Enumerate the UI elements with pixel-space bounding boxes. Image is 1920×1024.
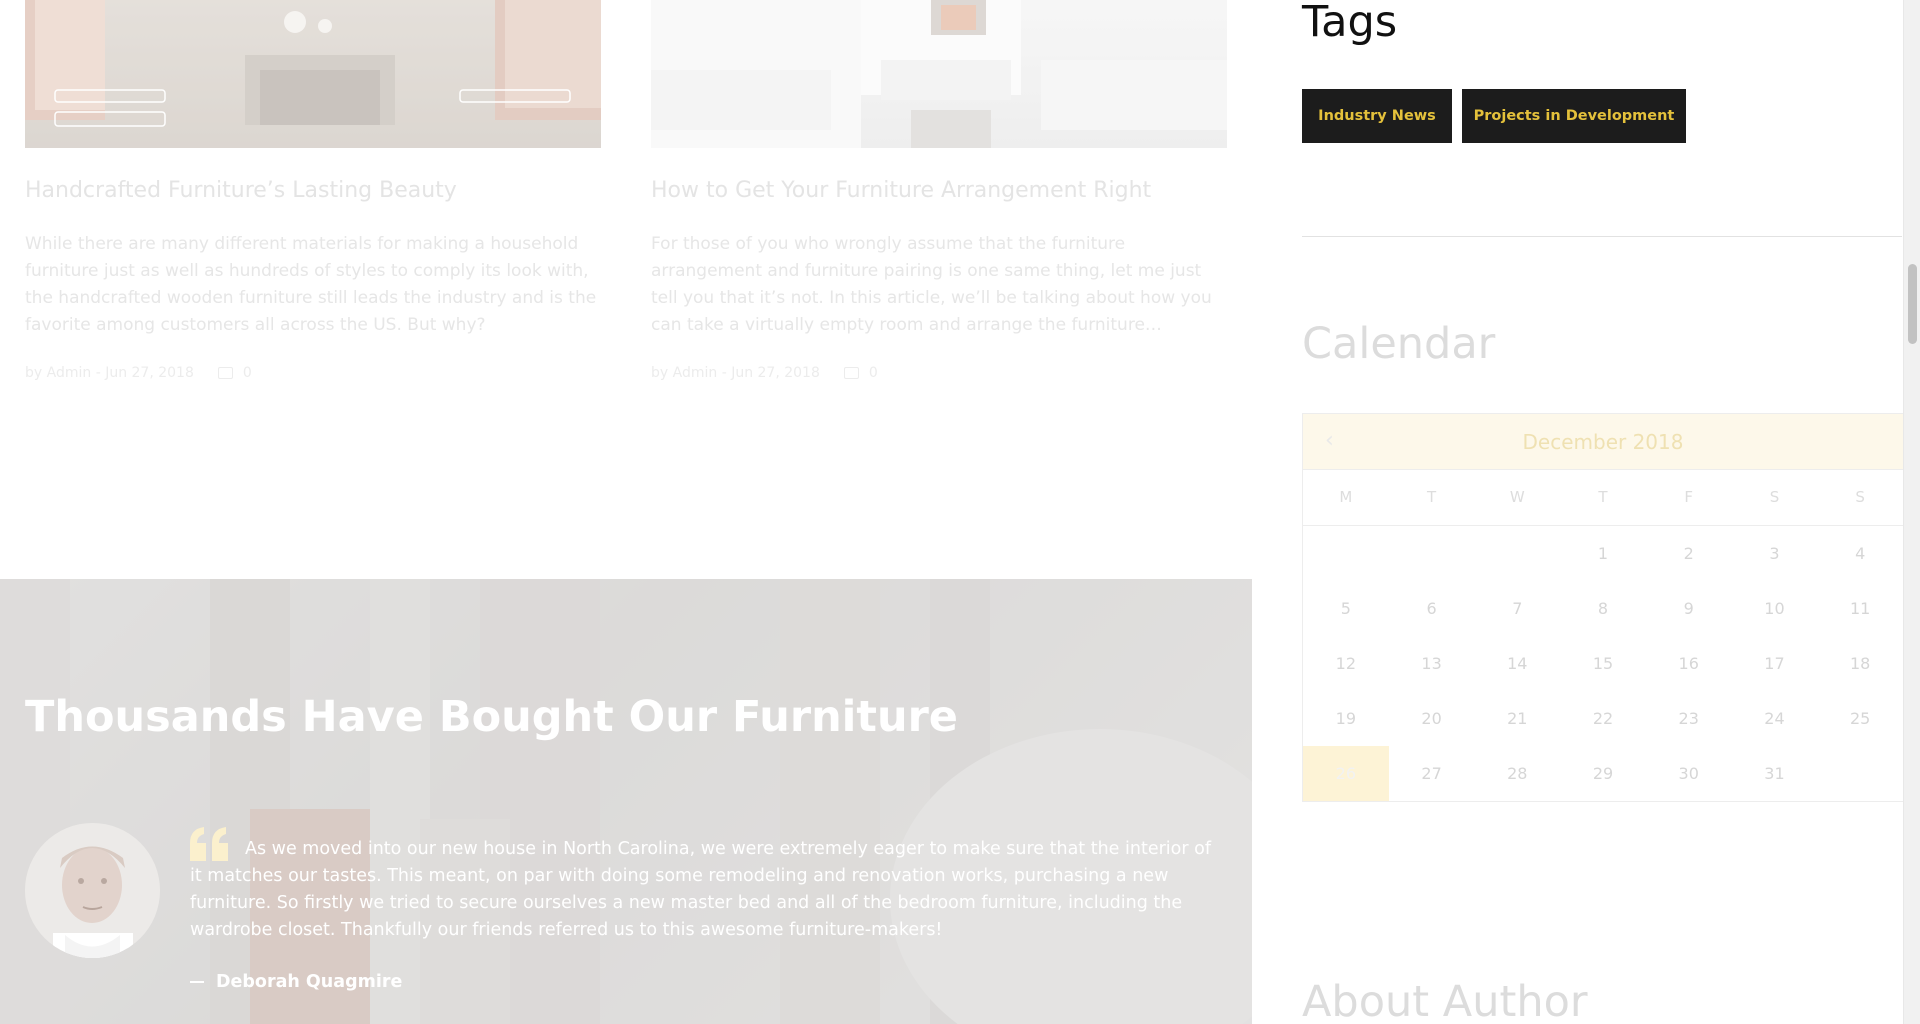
post-title[interactable]: How to Get Your Furniture Arrangement Ri… — [651, 177, 1151, 205]
calendar-day[interactable]: 8 — [1560, 581, 1646, 636]
calendar-day[interactable]: 23 — [1646, 691, 1732, 746]
page-scrollbar[interactable] — [1903, 0, 1920, 1024]
testimonial-quote: As we moved into our new house in North … — [190, 839, 1211, 940]
calendar-day — [1474, 526, 1560, 581]
calendar-day[interactable]: 11 — [1817, 581, 1903, 636]
testimonial-author: Deborah Quagmire — [190, 972, 402, 992]
dash-icon — [190, 981, 204, 983]
calendar-title: Calendar — [1302, 319, 1496, 369]
calendar-day[interactable]: 29 — [1560, 746, 1646, 801]
calendar-widget: ‹ December 2018 MTWTFSS 1 2 3 4 5 6 7 8 9 10 11 12 1… — [1302, 413, 1903, 802]
calendar-day[interactable]: 9 — [1646, 581, 1732, 636]
post-title[interactable]: Handcrafted Furniture’s Lasting Beauty — [25, 177, 457, 205]
calendar-day[interactable]: 10 — [1732, 581, 1818, 636]
calendar-day[interactable]: 6 — [1389, 581, 1475, 636]
blog-post-card: How to Get Your Furniture Arrangement Ri… — [651, 0, 1227, 381]
calendar-day[interactable]: 26 — [1303, 746, 1389, 801]
weekday-label: W — [1509, 488, 1525, 506]
calendar-day[interactable]: 19 — [1303, 691, 1389, 746]
calendar-day[interactable]: 22 — [1560, 691, 1646, 746]
comment-count[interactable]: 0 — [869, 365, 878, 381]
calendar-day[interactable]: 28 — [1474, 746, 1560, 801]
calendar-day[interactable]: 5 — [1303, 581, 1389, 636]
calendar-header: ‹ December 2018 — [1303, 414, 1903, 469]
weekday-label: T — [1598, 488, 1608, 506]
calendar-week-row: 19 20 21 22 23 24 25 — [1303, 691, 1903, 746]
post-image-white-room[interactable] — [651, 0, 1227, 148]
scrollbar-thumb[interactable] — [1908, 264, 1917, 344]
testimonial-overlay — [0, 579, 1252, 1024]
post-author-date[interactable]: by Admin - Jun 27, 2018 — [651, 365, 820, 381]
calendar-day[interactable]: 31 — [1732, 746, 1818, 801]
calendar-day[interactable]: 3 — [1732, 526, 1818, 581]
weekday-label: M — [1339, 488, 1353, 506]
comment-icon — [843, 367, 859, 379]
calendar-day[interactable]: 17 — [1732, 636, 1818, 691]
weekday-label: S — [1769, 488, 1780, 506]
calendar-day[interactable]: 12 — [1303, 636, 1389, 691]
calendar-day — [1389, 526, 1475, 581]
calendar-body: 1 2 3 4 5 6 7 8 9 10 11 12 13 14 15 16 17 18 19 20 21 22 23 24 2… — [1303, 526, 1903, 801]
calendar-day[interactable]: 20 — [1389, 691, 1475, 746]
calendar-week-row: 1234 — [1303, 526, 1903, 581]
calendar-week-row: 26 27 28 29 30 31 — [1303, 746, 1903, 801]
comment-icon — [217, 367, 233, 379]
calendar-weekdays: MTWTFSS — [1303, 469, 1903, 526]
calendar-day[interactable]: 30 — [1646, 746, 1732, 801]
calendar-day[interactable]: 2 — [1646, 526, 1732, 581]
tag-projects-in-development[interactable]: Projects in Development — [1462, 89, 1686, 143]
calendar-week-row: 5 6 7 8 9 10 11 — [1303, 581, 1903, 636]
tag-industry-news[interactable]: Industry News — [1302, 89, 1452, 143]
calendar-day[interactable]: 24 — [1732, 691, 1818, 746]
post-author-date[interactable]: by Admin - Jun 27, 2018 — [25, 365, 194, 381]
calendar-day[interactable]: 1 — [1560, 526, 1646, 581]
calendar-day[interactable]: 18 — [1817, 636, 1903, 691]
post-image-living-room[interactable] — [25, 0, 601, 148]
customer-avatar — [25, 823, 160, 958]
calendar-month: December 2018 — [1522, 430, 1684, 454]
weekday-label: T — [1426, 488, 1437, 506]
tags-title: Tags — [1302, 0, 1398, 47]
calendar-day[interactable]: 13 — [1389, 636, 1475, 691]
comment-count[interactable]: 0 — [243, 365, 252, 381]
post-excerpt: For those of you who wrongly assume that… — [651, 234, 1212, 335]
page: Handcrafted Furniture’s Lasting Beauty W… — [0, 0, 1903, 1024]
about-author-title: About Author — [1302, 977, 1588, 1024]
post-meta: by Admin - Jun 27, 2018 0 — [25, 364, 252, 382]
divider — [1302, 236, 1902, 237]
calendar-day[interactable]: 7 — [1474, 581, 1560, 636]
calendar-day[interactable]: 16 — [1646, 636, 1732, 691]
calendar-day — [1303, 526, 1389, 581]
post-meta: by Admin - Jun 27, 2018 0 — [651, 364, 878, 382]
post-excerpt: While there are many different materials… — [25, 234, 597, 335]
calendar-day[interactable]: 14 — [1474, 636, 1560, 691]
calendar-day[interactable]: 27 — [1389, 746, 1475, 801]
weekday-label: F — [1684, 488, 1694, 506]
testimonial-heading: Thousands Have Bought Our Furniture — [25, 692, 958, 742]
calendar-week-row: 12 13 14 15 16 17 18 — [1303, 636, 1903, 691]
calendar-day[interactable]: 25 — [1817, 691, 1903, 746]
author-name: Deborah Quagmire — [216, 972, 403, 992]
calendar-day[interactable]: 4 — [1817, 526, 1903, 581]
calendar-day[interactable]: 21 — [1474, 691, 1560, 746]
blog-post-card: Handcrafted Furniture’s Lasting Beauty W… — [25, 0, 601, 381]
weekday-label: S — [1855, 488, 1865, 506]
calendar-day[interactable]: 15 — [1560, 636, 1646, 691]
testimonial-section: Thousands Have Bought Our Furniture As w… — [0, 579, 1252, 1024]
calendar-day — [1817, 746, 1903, 801]
